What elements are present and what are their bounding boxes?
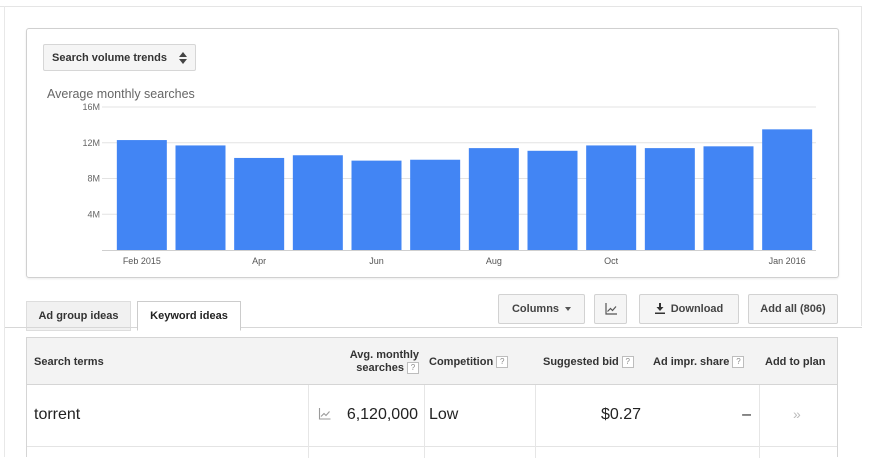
column-divider — [535, 385, 536, 458]
avg-help-icon[interactable]: ? — [407, 362, 419, 375]
search-volume-bar-chart: 16M 12M 8M 4M Feb 2015 Apr Jun Aug Oct Jan 2016 — [82, 102, 816, 266]
competition-help-icon[interactable]: ? — [496, 356, 509, 369]
row-suggested-bid: $0.27 — [600, 406, 641, 423]
bid-help-icon[interactable]: ? — [621, 356, 634, 369]
chart-bar — [351, 160, 402, 250]
row-competition: Low — [429, 406, 459, 423]
row-ad-impr-share: – — [742, 406, 751, 423]
column-divider — [424, 385, 425, 458]
y-tick-label: 16M — [82, 102, 100, 112]
col-suggested-bid-label: Suggested bid — [543, 356, 619, 368]
row-search-term: torrent — [34, 406, 81, 423]
chart-bar — [410, 159, 461, 250]
chart-bar — [292, 155, 343, 250]
chart-bar — [116, 140, 167, 250]
y-tick-label: 8M — [87, 174, 100, 184]
columns-button-label: Columns — [511, 303, 560, 315]
caret-down-icon — [565, 307, 572, 312]
row-trend-icon[interactable] — [318, 408, 331, 420]
columns-button[interactable]: Columns — [498, 294, 585, 324]
col-avg-line1: Avg. monthly — [349, 349, 419, 361]
chart-bar — [703, 146, 754, 250]
x-tick-label: Feb 2015 — [123, 256, 161, 266]
column-divider — [759, 385, 760, 458]
tab-keyword-ideas[interactable]: Keyword ideas — [137, 301, 241, 331]
x-tick-label: Apr — [252, 256, 266, 266]
chart-toggle-button[interactable] — [594, 294, 627, 324]
chart-bar — [234, 157, 285, 250]
add-to-plan-icon[interactable]: » — [793, 406, 801, 422]
col-ad-impr-share-label: Ad impr. share — [653, 356, 730, 368]
col-suggested-bid[interactable]: Suggested bid? — [543, 356, 634, 369]
chart-bar — [468, 148, 519, 250]
y-tick-label: 12M — [82, 138, 100, 148]
x-tick-label: Oct — [604, 256, 619, 266]
chart-bar — [586, 145, 637, 250]
download-button[interactable]: Download — [639, 294, 739, 324]
column-divider — [308, 385, 309, 458]
table-row[interactable]: torrent 6,120,000 Low $0.27 – » — [27, 385, 837, 447]
download-button-label: Download — [670, 303, 724, 315]
row-avg-monthly-searches: 6,120,000 — [346, 406, 418, 423]
x-tick-label: Jan 2016 — [769, 256, 806, 266]
col-avg-line2-wrap: searches? — [346, 362, 419, 375]
x-tick-label: Aug — [486, 256, 502, 266]
download-icon — [654, 302, 665, 314]
col-add-to-plan: Add to plan — [765, 356, 826, 368]
add-all-button[interactable]: Add all (806) — [748, 294, 838, 324]
keyword-ideas-table: Search terms Avg. monthly searches? Comp… — [26, 337, 838, 458]
col-competition-label: Competition — [429, 356, 494, 368]
col-avg-monthly-searches[interactable]: Avg. monthly searches? — [346, 349, 419, 375]
col-avg-line2: searches — [356, 362, 404, 374]
col-competition[interactable]: Competition? — [429, 356, 509, 369]
chart-bar — [527, 150, 578, 250]
y-tick-label: 4M — [87, 209, 100, 219]
col-ad-impr-share[interactable]: Ad impr. share? — [653, 356, 745, 369]
impr-help-icon[interactable]: ? — [732, 356, 745, 369]
line-chart-icon — [605, 303, 617, 315]
tabs-underline — [5, 327, 862, 328]
chart-bar — [175, 145, 226, 250]
table-header: Search terms Avg. monthly searches? Comp… — [27, 338, 837, 385]
chart-bar — [644, 148, 695, 250]
x-tick-label: Jun — [369, 256, 384, 266]
col-search-terms[interactable]: Search terms — [34, 356, 104, 369]
chart-bar — [762, 129, 813, 250]
